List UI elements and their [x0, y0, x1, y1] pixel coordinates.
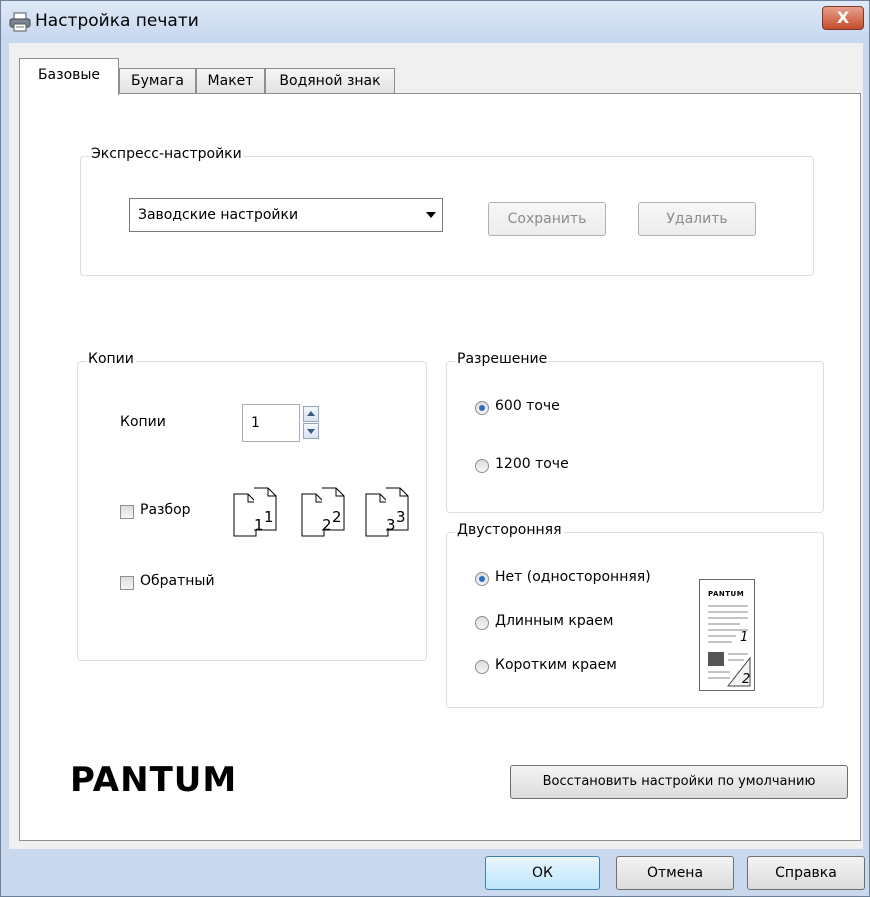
resolution-600-radio[interactable]	[475, 401, 489, 415]
collate-page-number: 2	[322, 516, 332, 534]
window-title: Настройка печати	[35, 11, 199, 31]
resolution-1200-label[interactable]: 1200 точе	[495, 456, 569, 472]
reverse-label[interactable]: Обратный	[140, 573, 215, 589]
tab-label: Базовые	[37, 67, 101, 83]
ok-button-label: ОК	[532, 865, 553, 881]
collate-page-number: 3	[386, 516, 396, 534]
group-label: Копии	[86, 351, 136, 367]
tab-layout[interactable]: Макет	[196, 68, 265, 94]
help-button-label: Справка	[775, 865, 837, 881]
resolution-600-label[interactable]: 600 точе	[495, 398, 560, 414]
collate-checkbox[interactable]	[120, 505, 134, 519]
duplex-none-label[interactable]: Нет (односторонняя)	[495, 569, 651, 585]
duplex-group: Двусторонняя Нет (односторонняя) Длинным…	[446, 522, 824, 708]
group-label: Разрешение	[455, 351, 550, 367]
cancel-button-label: Отмена	[646, 865, 704, 881]
duplex-long-edge-radio[interactable]	[475, 616, 489, 630]
resolution-1200-radio[interactable]	[475, 459, 489, 473]
tab-panel-basic: Экспресс-настройки Заводские настройки С…	[19, 93, 861, 841]
copies-decrement-button[interactable]	[303, 423, 319, 439]
restore-defaults-button[interactable]: Восстановить настройки по умолчанию	[510, 765, 848, 799]
close-button[interactable]: X	[822, 6, 864, 30]
group-label: Экспресс-настройки	[89, 146, 244, 162]
chevron-down-icon	[426, 212, 436, 218]
tab-paper[interactable]: Бумага	[119, 68, 196, 94]
copies-value: 1	[251, 415, 260, 431]
delete-button-label: Удалить	[666, 211, 728, 227]
chevron-up-icon	[307, 411, 315, 416]
chevron-down-icon	[307, 429, 315, 434]
preview-page-1: 1	[740, 630, 749, 645]
tab-watermark[interactable]: Водяной знак	[265, 68, 395, 94]
collate-page-number: 1	[254, 516, 264, 534]
copies-input[interactable]: 1	[242, 404, 300, 442]
save-button-label: Сохранить	[507, 211, 587, 227]
preview-page-2: 2	[742, 672, 751, 687]
duplex-long-edge-label[interactable]: Длинным краем	[495, 613, 613, 629]
close-icon: X	[836, 8, 850, 27]
resolution-group: Разрешение 600 точе 1200 точе	[446, 351, 824, 513]
duplex-none-radio[interactable]	[475, 572, 489, 586]
collate-page-number: 2	[332, 508, 342, 526]
ok-button[interactable]: ОК	[485, 856, 600, 890]
restore-defaults-label: Восстановить настройки по умолчанию	[542, 774, 816, 789]
tab-label: Макет	[207, 73, 254, 89]
preset-select[interactable]: Заводские настройки	[129, 198, 443, 232]
preset-value: Заводские настройки	[138, 207, 299, 223]
copies-group: Копии Копии 1 Разбор 1 1 2 2 3 3 Обратны…	[77, 351, 427, 661]
printer-icon	[9, 12, 31, 32]
copies-label: Копии	[120, 414, 166, 430]
tab-label: Водяной знак	[279, 73, 381, 89]
preview-brand: PANTUM	[708, 590, 745, 598]
pantum-logo: PANTUM	[70, 760, 238, 800]
tab-basic[interactable]: Базовые	[19, 58, 119, 95]
collate-page-number: 1	[264, 508, 274, 526]
title-bar[interactable]: Настройка печати X	[1, 1, 869, 43]
save-button[interactable]: Сохранить	[488, 202, 606, 236]
print-settings-window: Настройка печати X Базовые Бумага Макет …	[0, 0, 870, 897]
cancel-button[interactable]: Отмена	[616, 856, 734, 890]
delete-button[interactable]: Удалить	[638, 202, 756, 236]
duplex-preview: PANTUM 1 2	[699, 579, 755, 691]
express-settings-group: Экспресс-настройки Заводские настройки С…	[80, 146, 814, 276]
collate-label[interactable]: Разбор	[140, 502, 191, 518]
reverse-checkbox[interactable]	[120, 576, 134, 590]
copies-increment-button[interactable]	[303, 406, 319, 422]
group-label: Двусторонняя	[455, 522, 564, 538]
help-button[interactable]: Справка	[747, 856, 865, 890]
duplex-short-edge-radio[interactable]	[475, 660, 489, 674]
duplex-short-edge-label[interactable]: Коротким краем	[495, 657, 617, 673]
collate-page-number: 3	[396, 508, 406, 526]
tab-label: Бумага	[131, 73, 184, 89]
